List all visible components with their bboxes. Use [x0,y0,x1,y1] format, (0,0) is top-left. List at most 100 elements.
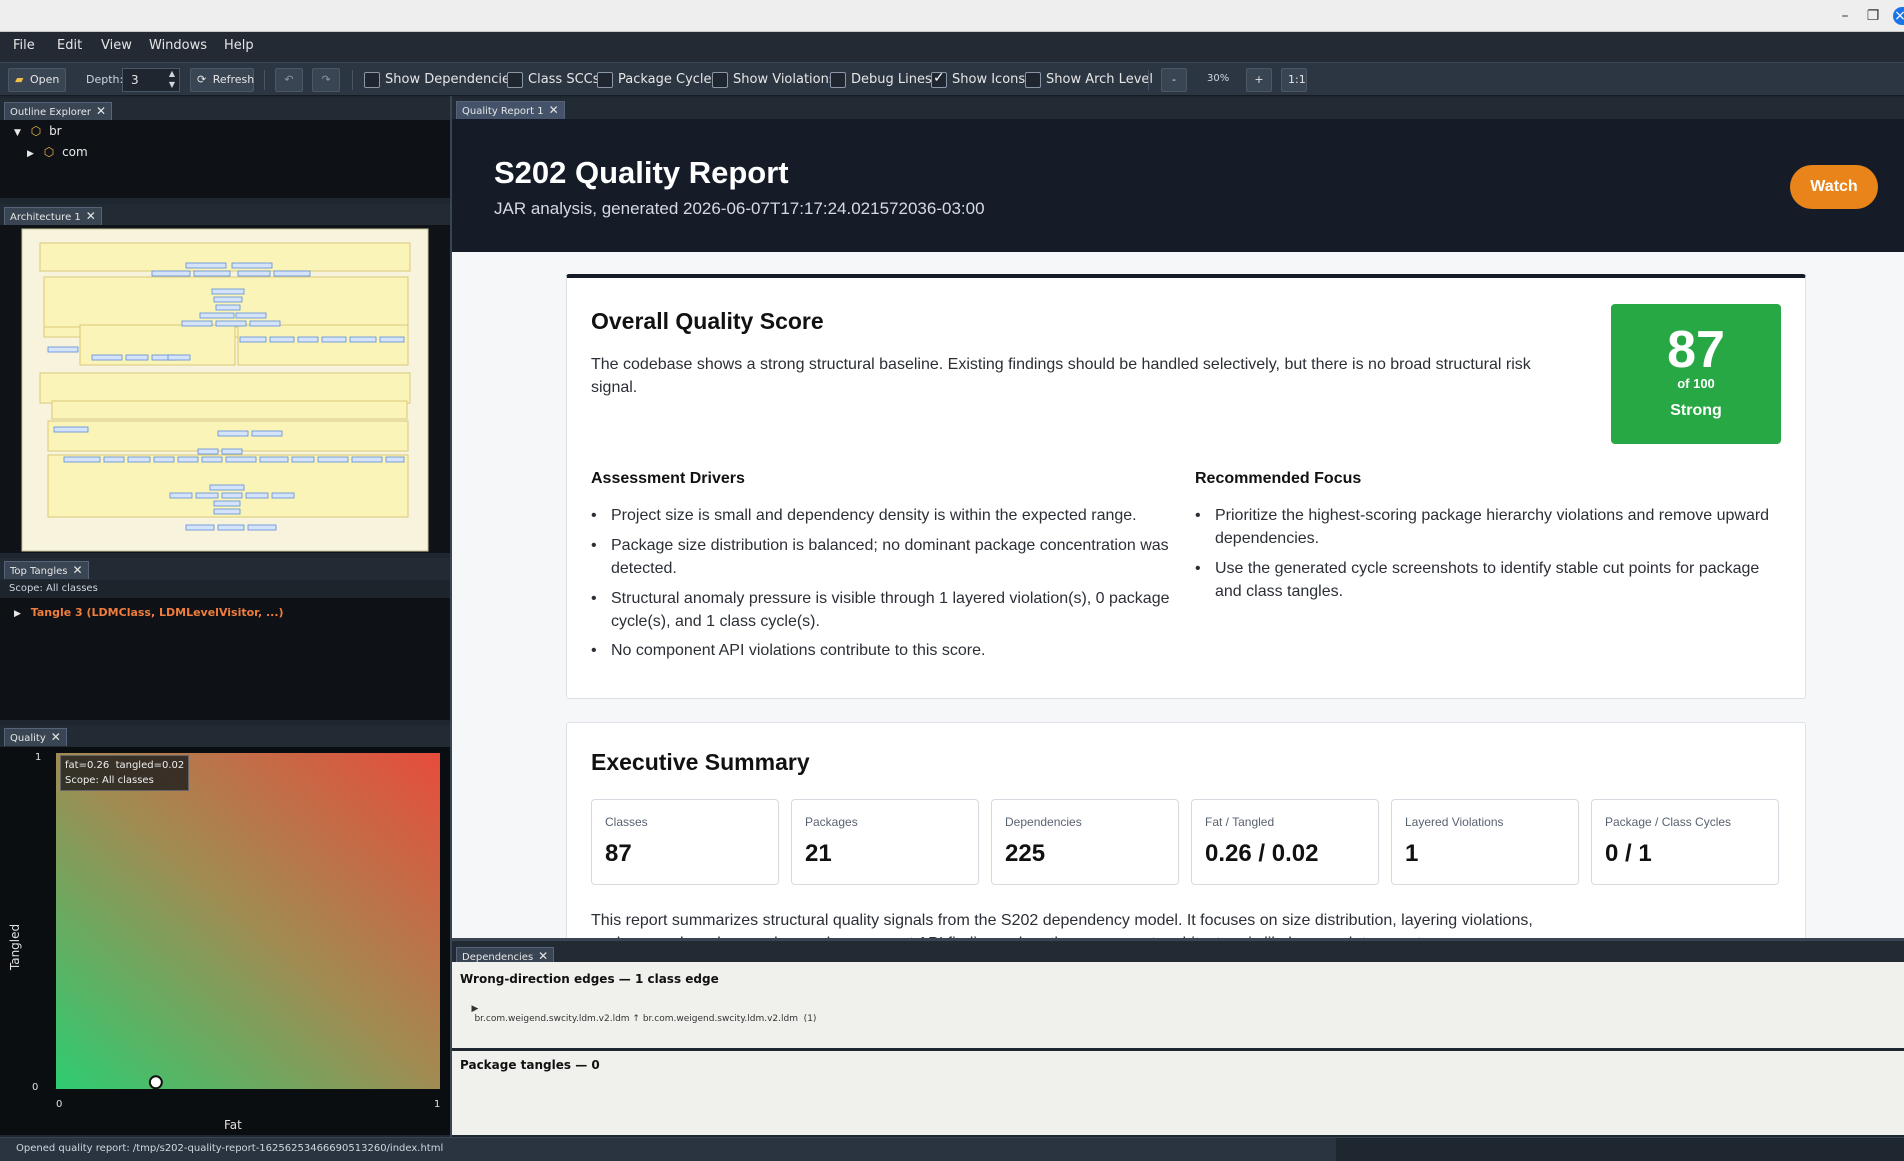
close-icon[interactable]: ✕ [96,104,106,118]
metric-value: 0 / 1 [1605,840,1652,867]
y-axis-label: Tangled [8,924,22,971]
collapsed-arrow-icon[interactable]: ▶ [14,609,21,619]
undo-button[interactable]: ↶ [275,68,303,92]
metric-label: Dependencies [1005,815,1082,829]
tab-quality-report[interactable]: Quality Report 1 ✕ [456,101,565,119]
tangles-scope: Scope: All classes [9,583,98,594]
status-bar: Opened quality report: /tmp/s202-quality… [0,1137,1904,1161]
dependencies-panel: Wrong-direction edges — 1 class edge ▶ b… [452,962,1904,1135]
metric-label: Classes [605,815,648,829]
score-rating: Strong [1670,402,1722,419]
status-message-area: Opened quality report: /tmp/s202-quality… [0,1138,1336,1161]
tab-quality[interactable]: Quality ✕ [4,728,67,746]
y-tick-bottom: 0 [32,1082,38,1093]
zoom-in-button[interactable]: + [1246,68,1272,92]
toolbar: ▰ Open Depth: 3 ▲ ▼ ⟳ Refresh ↶ ↷ Show D… [0,62,1904,96]
menu-view[interactable]: View [101,38,132,53]
zoom-reset-button[interactable]: 1:1 [1281,68,1307,92]
chart-point[interactable] [148,1075,163,1090]
package-cycles-label: Package Cycles [618,72,719,87]
tab-architecture-label: Architecture 1 [10,212,81,223]
wrong-direction-item-label: br.com.weigend.swcity.ldm.v2.ldm ↑ br.co… [474,1014,817,1024]
close-icon[interactable]: ✕ [549,103,559,117]
class-sccs-checkbox[interactable] [507,72,523,88]
close-icon[interactable]: × [1893,7,1904,25]
tab-quality-label: Quality [10,733,46,744]
minimize-icon[interactable]: – [1836,7,1854,25]
menu-bar: File Edit View Windows Help [0,32,1904,62]
watch-button[interactable]: Watch [1790,165,1878,209]
menu-help[interactable]: Help [224,38,254,53]
score-of: of 100 [1677,376,1715,391]
open-button[interactable]: ▰ Open [8,68,66,92]
metric-value: 21 [805,840,832,867]
tree-item-br[interactable]: ▼ ⬡ br [14,124,62,138]
executive-summary-card: Executive Summary Classes 87 Packages 21… [566,722,1806,938]
close-icon[interactable]: ✕ [51,730,61,744]
driver-item: Package size distribution is balanced; n… [591,534,1171,580]
redo-button[interactable]: ↷ [312,68,340,92]
tooltip-line-1: fat=0.26 tangled=0.02 [65,760,185,771]
window-title-bar: – ❐ × [0,0,1904,32]
expanded-arrow-icon[interactable]: ▼ [14,128,21,138]
refresh-button[interactable]: ⟳ Refresh [190,68,254,92]
wrong-direction-item[interactable]: ▶ br.com.weigend.swcity.ldm.v2.ldm ↑ br.… [460,994,816,1034]
fat-tangled-chart[interactable]: 1 0 0 1 Fat Tangled [0,747,450,1135]
executive-heading: Executive Summary [591,749,810,775]
menu-file[interactable]: File [13,38,35,53]
overall-heading: Overall Quality Score [591,308,824,334]
spinner-down-icon[interactable]: ▼ [169,80,175,89]
x-axis-label: Fat [224,1118,242,1132]
report-title: S202 Quality Report [494,155,789,190]
debug-lines-label: Debug Lines [851,72,932,87]
show-dependencies-checkbox[interactable] [364,72,380,88]
collapsed-arrow-icon[interactable]: ▶ [471,1004,478,1014]
metric-value: 0.26 / 0.02 [1205,840,1319,867]
tab-architecture[interactable]: Architecture 1 ✕ [4,207,102,225]
metric-value: 87 [605,840,632,867]
folder-icon: ▰ [15,73,24,86]
tab-top-tangles-label: Top Tangles [10,566,68,577]
overall-text: The codebase shows a strong structural b… [591,356,1531,396]
close-icon[interactable]: ✕ [538,949,548,963]
quality-chart-panel: 1 0 0 1 Fat Tangled fat=0.26 tangled=0.0… [0,747,450,1135]
tree-item-com[interactable]: ▶ ⬡ com [27,145,88,159]
show-violations-checkbox[interactable] [712,72,728,88]
tangle-item[interactable]: ▶ Tangle 3 (LDMClass, LDMLevelVisitor, .… [14,605,284,619]
status-message: Opened quality report: /tmp/s202-quality… [16,1143,444,1154]
metric-label: Package / Class Cycles [1605,815,1732,829]
score-value: 87 [1667,321,1725,379]
quality-report-view: S202 Quality Report JAR analysis, genera… [452,119,1904,938]
package-tangles-heading: Package tangles — 0 [460,1058,600,1072]
close-icon[interactable]: ✕ [86,209,96,223]
restore-icon[interactable]: ❐ [1864,7,1882,25]
refresh-button-label: Refresh [212,73,255,86]
toolbar-separator [352,70,353,90]
tab-quality-report-label: Quality Report 1 [462,106,544,117]
driver-item: Structural anomaly pressure is visible t… [591,587,1171,633]
package-cycles-checkbox[interactable] [597,72,613,88]
show-arch-level-checkbox[interactable] [1025,72,1041,88]
close-icon[interactable]: ✕ [72,563,82,577]
spinner-up-icon[interactable]: ▲ [169,69,175,78]
zoom-out-button[interactable]: - [1161,68,1187,92]
debug-lines-checkbox[interactable] [830,72,846,88]
score-badge: 87 of 100 Strong [1611,304,1781,444]
menu-windows[interactable]: Windows [149,38,207,53]
menu-edit[interactable]: Edit [57,38,82,53]
editor-tabbar [452,98,1904,119]
driver-item: No component API violations contribute t… [591,639,1171,662]
tab-outline-explorer[interactable]: Outline Explorer ✕ [4,102,113,120]
metric-layered-violations: Layered Violations 1 [1391,799,1579,885]
tab-top-tangles[interactable]: Top Tangles ✕ [4,561,89,579]
driver-item: Project size is small and dependency den… [591,504,1171,527]
depth-spinner[interactable]: 3 ▲ ▼ [122,68,180,92]
show-icons-checkbox[interactable] [931,70,947,88]
architecture-thumbnail[interactable] [0,225,450,553]
metric-dependencies: Dependencies 225 [991,799,1179,885]
splitter[interactable] [452,1048,1904,1051]
overall-score-card: Overall Quality Score The codebase shows… [566,274,1806,699]
chart-tooltip: fat=0.26 tangled=0.02 Scope: All classes [60,755,190,791]
refresh-icon: ⟳ [197,73,207,86]
collapsed-arrow-icon[interactable]: ▶ [27,149,34,159]
